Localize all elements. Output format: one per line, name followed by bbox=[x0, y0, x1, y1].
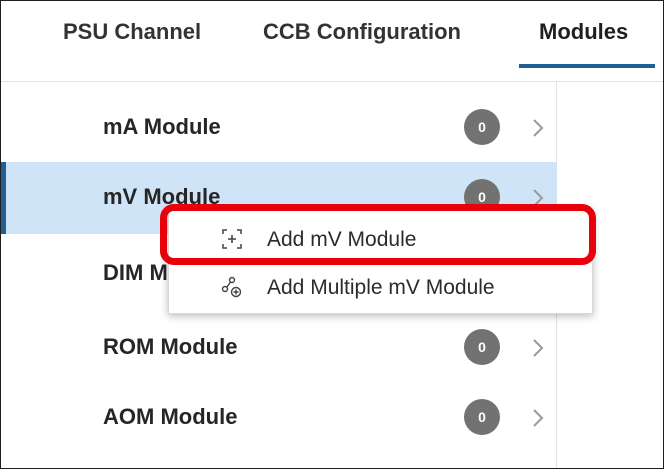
add-module-icon bbox=[222, 229, 242, 249]
tab-psu-channel[interactable]: PSU Channel bbox=[63, 19, 201, 45]
module-label: ROM Module bbox=[103, 334, 238, 359]
chevron-right-icon[interactable] bbox=[529, 186, 547, 210]
tab-bar-divider bbox=[1, 81, 663, 82]
selection-indicator bbox=[1, 162, 6, 234]
menu-item-label: Add mV Module bbox=[267, 228, 417, 251]
tab-modules[interactable]: Modules bbox=[539, 19, 628, 45]
chevron-right-icon[interactable] bbox=[529, 406, 547, 430]
module-item-rom[interactable]: ROM Module 0 bbox=[1, 312, 557, 384]
chevron-right-icon[interactable] bbox=[529, 116, 547, 140]
module-item-ma[interactable]: mA Module 0 bbox=[1, 92, 557, 164]
module-label: mA Module bbox=[103, 114, 221, 139]
count-badge: 0 bbox=[464, 109, 500, 145]
tab-ccb-configuration[interactable]: CCB Configuration bbox=[263, 19, 461, 45]
menu-item-add-multiple-mv-module[interactable]: Add Multiple mV Module bbox=[169, 263, 594, 311]
active-tab-indicator bbox=[519, 64, 655, 68]
context-menu: Add mV Module Add Multiple mV Module bbox=[168, 209, 593, 314]
add-multiple-icon bbox=[221, 276, 242, 298]
count-badge: 0 bbox=[464, 329, 500, 365]
module-label: mV Module bbox=[103, 184, 221, 209]
menu-item-label: Add Multiple mV Module bbox=[267, 276, 495, 299]
module-label: AOM Module bbox=[103, 404, 238, 429]
tab-bar: PSU Channel CCB Configuration Modules bbox=[1, 1, 663, 81]
app-frame: PSU Channel CCB Configuration Modules mA… bbox=[0, 0, 664, 469]
menu-item-add-mv-module[interactable]: Add mV Module bbox=[169, 215, 594, 263]
chevron-right-icon[interactable] bbox=[529, 336, 547, 360]
count-badge: 0 bbox=[464, 399, 500, 435]
module-item-aom[interactable]: AOM Module 0 bbox=[1, 382, 557, 454]
